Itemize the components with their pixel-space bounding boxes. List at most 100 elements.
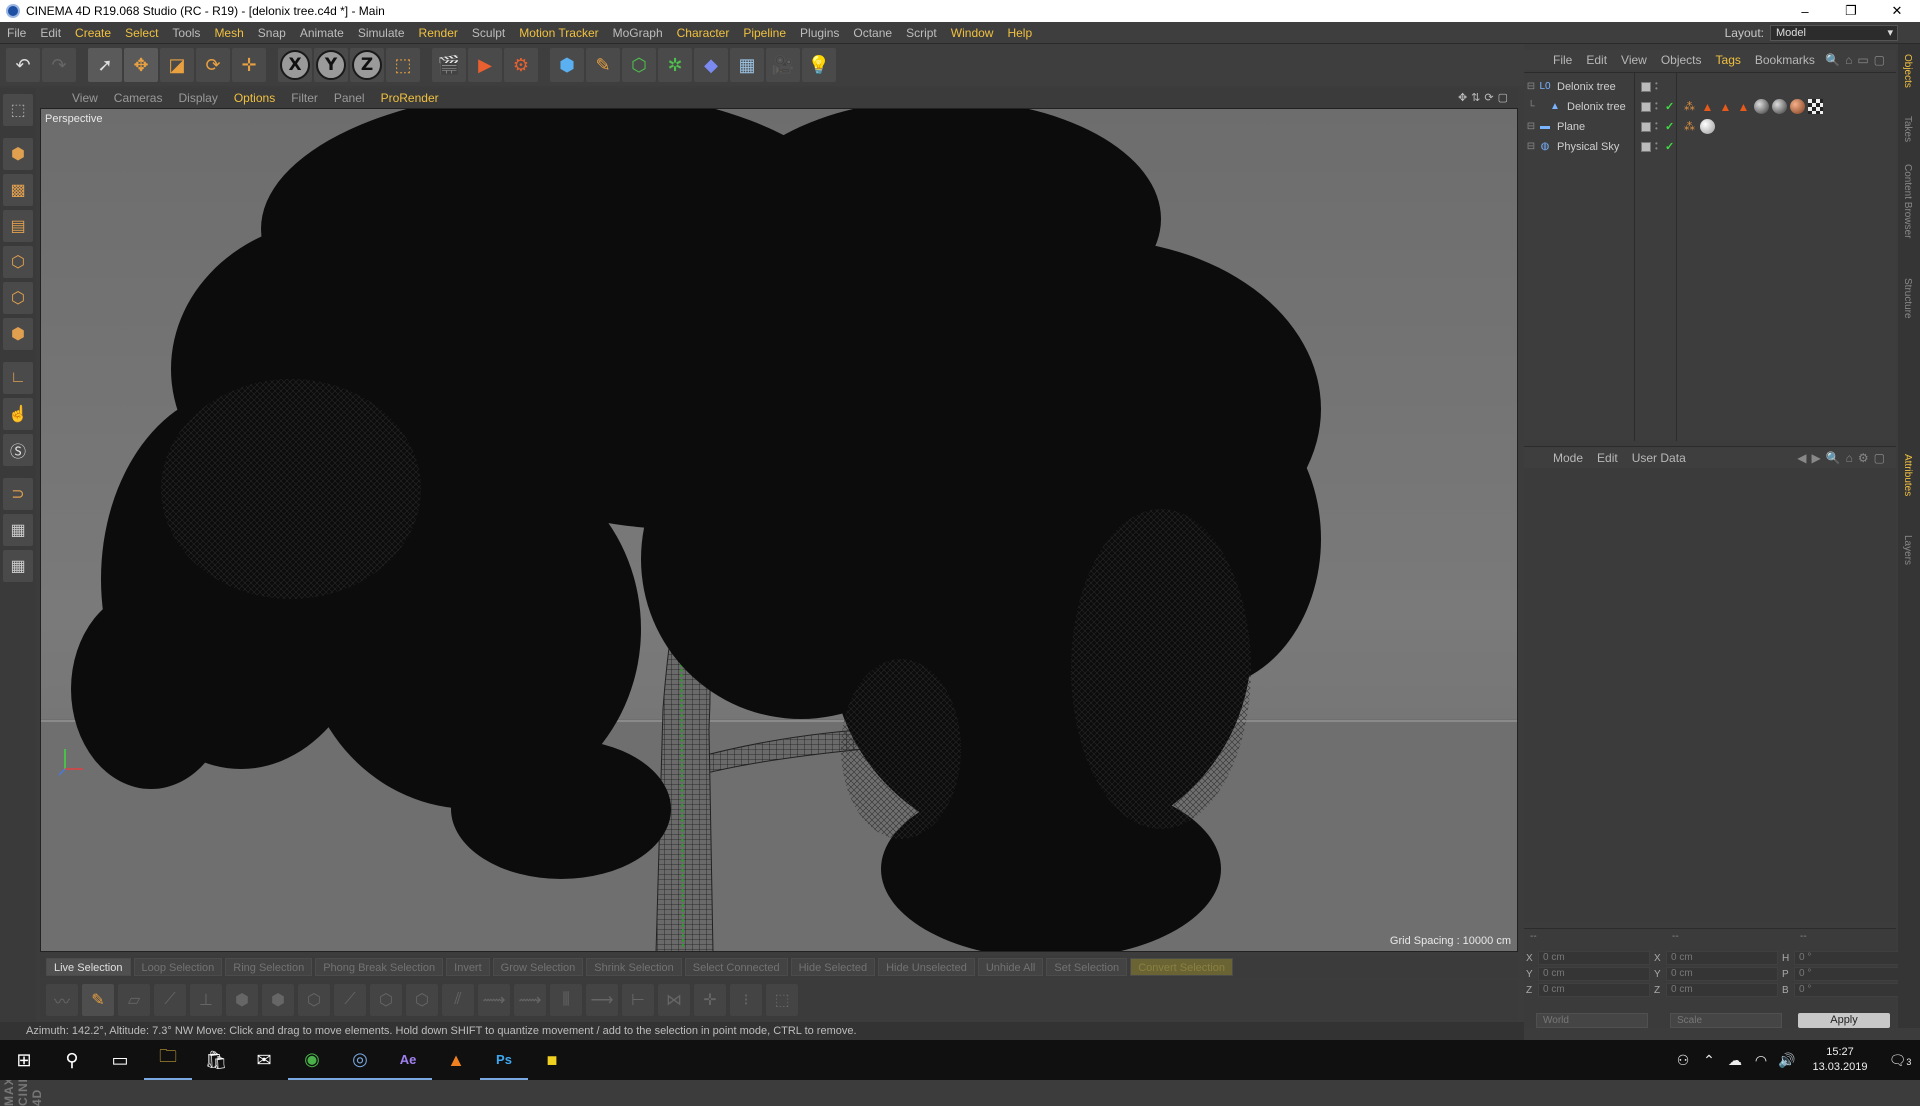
visibility-dots-icon[interactable]: • • [1655, 99, 1661, 113]
coordinate-system-button[interactable]: ⬚ [386, 48, 420, 82]
magnet-button[interactable]: ⊃ [3, 478, 33, 510]
object-manager-search-icon[interactable]: 🔍⌂▭▢ [1825, 53, 1890, 67]
tri-tag-icon[interactable]: ▲ [1700, 99, 1715, 114]
phong-break-selection-button[interactable]: Phong Break Selection [315, 958, 444, 976]
sticky-notes-icon[interactable]: ■ [528, 1040, 576, 1080]
side-tab-takes[interactable]: Takes [1902, 116, 1913, 142]
redo-button[interactable]: ↷ [42, 48, 76, 82]
live-selection-tool-button[interactable]: ➚ [88, 48, 122, 82]
ball-orange-tag-icon[interactable] [1790, 99, 1805, 114]
invert-button[interactable]: Invert [446, 958, 490, 976]
planar-workplane-button[interactable]: ▦ [3, 550, 33, 582]
undo-button[interactable]: ↶ [6, 48, 40, 82]
menu-pipeline[interactable]: Pipeline [736, 26, 793, 40]
menu-render[interactable]: Render [412, 26, 465, 40]
layer-box-icon[interactable] [1641, 101, 1651, 112]
viewport-menu-options[interactable]: Options [226, 91, 283, 105]
onedrive-icon[interactable]: ☁ [1722, 1052, 1748, 1069]
x-axis-lock-button[interactable]: X [278, 48, 312, 82]
attr-menu-user-data[interactable]: User Data [1625, 451, 1693, 465]
extrude-inner-tool-icon[interactable]: ⬢ [262, 984, 294, 1016]
object-menu-file[interactable]: File [1546, 53, 1579, 67]
cinema4d-taskbar-icon[interactable]: ◎ [336, 1040, 384, 1080]
cloner-button[interactable]: ✲ [658, 48, 692, 82]
spline-tool-icon[interactable]: 〰 [46, 984, 78, 1016]
close-hole-tool-icon[interactable]: ⬡ [406, 984, 438, 1016]
start-button-icon[interactable]: ⊞ [0, 1040, 48, 1080]
menu-simulate[interactable]: Simulate [351, 26, 412, 40]
coord-value[interactable]: 0 cm [1666, 967, 1778, 981]
apply-button[interactable]: Apply [1798, 1013, 1890, 1028]
move-tool-button[interactable]: ✥ [124, 48, 158, 82]
object-row[interactable]: ⊟ L0 Delonix tree • • [1524, 77, 1896, 96]
object-row[interactable]: ⊟ ◍ Physical Sky • • ✓ [1524, 137, 1896, 156]
deformer-button[interactable]: ◆ [694, 48, 728, 82]
coord-field-x[interactable]: X 0 cm [1654, 951, 1778, 965]
object-row[interactable]: └ ▲ Delonix tree • • ✓ ⁂ ▲ ▲ ▲ [1524, 97, 1896, 116]
attribute-nav-icons[interactable]: ◀▶🔍⌂⚙▢ [1797, 451, 1890, 465]
coord-field-y[interactable]: Y 0 cm [1526, 967, 1650, 981]
scale-tool-button[interactable]: ◪ [160, 48, 194, 82]
menu-octane[interactable]: Octane [846, 26, 899, 40]
visibility-dots-icon[interactable]: • • [1655, 119, 1661, 133]
menu-tools[interactable]: Tools [165, 26, 207, 40]
subdivision-surface-button[interactable]: ⬡ [622, 48, 656, 82]
viewport-menu-view[interactable]: View [64, 91, 106, 105]
menu-plugins[interactable]: Plugins [793, 26, 846, 40]
brush-tool-icon[interactable]: ✎ [82, 984, 114, 1016]
y-axis-lock-button[interactable]: Y [314, 48, 348, 82]
tri-tag-icon[interactable]: ▲ [1718, 99, 1733, 114]
convert-selection-button[interactable]: Convert Selection [1130, 958, 1234, 976]
render-picture-viewer-button[interactable]: ▶ [468, 48, 502, 82]
side-tab-structure[interactable]: Structure [1902, 278, 1913, 319]
chrome-icon[interactable]: ◉ [288, 1040, 336, 1080]
hide-unselected-button[interactable]: Hide Unselected [878, 958, 975, 976]
side-tab-content-browser[interactable]: Content Browser [1902, 164, 1913, 238]
axis-mode-button[interactable]: ∟ [3, 362, 33, 394]
coordinate-space-dropdown[interactable]: World [1536, 1013, 1648, 1028]
add-point-tool-icon[interactable]: ✛ [694, 984, 726, 1016]
texture-mode-button[interactable]: ▩ [3, 174, 33, 206]
coord-value[interactable]: 0 cm [1666, 983, 1778, 997]
bridge-tool-icon[interactable]: ⬡ [370, 984, 402, 1016]
coord-field-b[interactable]: B 0 ° [1782, 983, 1906, 997]
split-tool-icon[interactable]: ⊢ [622, 984, 654, 1016]
attr-menu-edit[interactable]: Edit [1590, 451, 1625, 465]
rotate-tool-button[interactable]: ⟳ [196, 48, 230, 82]
clock[interactable]: 15:27 13.03.2019 [1800, 1045, 1880, 1075]
edges-mode-button[interactable]: ⬡ [3, 282, 33, 314]
after-effects-icon[interactable]: Ae [384, 1040, 432, 1080]
workplane-mode-button[interactable]: ▤ [3, 210, 33, 242]
camera-object-button[interactable]: 🎥 [766, 48, 800, 82]
coord-value[interactable]: 0 ° [1794, 967, 1906, 981]
phong-tag-icon[interactable]: ⁂ [1682, 119, 1697, 134]
coord-value[interactable]: 0 ° [1794, 951, 1906, 965]
tree-expander-icon[interactable]: ⊟ [1524, 81, 1538, 92]
side-tab-layers[interactable]: Layers [1902, 535, 1913, 565]
live-selection-button[interactable]: Live Selection [46, 958, 131, 976]
cube-object-button[interactable]: ⬢ [550, 48, 584, 82]
menu-mesh[interactable]: Mesh [207, 26, 250, 40]
coord-value[interactable]: 0 cm [1538, 983, 1650, 997]
array-tool-icon[interactable]: ⁝ [730, 984, 762, 1016]
pen-spline-button[interactable]: ✎ [586, 48, 620, 82]
points-mode-button[interactable]: ⬡ [3, 246, 33, 278]
side-tab-attributes[interactable]: Attributes [1902, 454, 1913, 496]
smooth-shift-tool-icon[interactable]: ⟿ [514, 984, 546, 1016]
coordinate-mode-dropdown[interactable]: Scale [1670, 1013, 1782, 1028]
tree-expander-icon[interactable]: ⊟ [1524, 121, 1538, 132]
grow-selection-button[interactable]: Grow Selection [492, 958, 584, 976]
visibility-dots-icon[interactable]: • • [1655, 139, 1661, 153]
stitch-tool-icon[interactable]: ⫽ [442, 984, 474, 1016]
visibility-dots-icon[interactable]: • • [1655, 79, 1661, 93]
photoshop-icon[interactable]: Ps [480, 1040, 528, 1080]
knife-tool-icon[interactable]: ⟋ [154, 984, 186, 1016]
object-menu-edit[interactable]: Edit [1579, 53, 1614, 67]
menu-script[interactable]: Script [899, 26, 944, 40]
workplane-lock-button[interactable]: ▦ [3, 514, 33, 546]
menu-file[interactable]: File [0, 26, 33, 40]
people-icon[interactable]: ⚇ [1670, 1052, 1696, 1069]
object-menu-objects[interactable]: Objects [1654, 53, 1709, 67]
menu-snap[interactable]: Snap [251, 26, 293, 40]
menu-help[interactable]: Help [1000, 26, 1039, 40]
